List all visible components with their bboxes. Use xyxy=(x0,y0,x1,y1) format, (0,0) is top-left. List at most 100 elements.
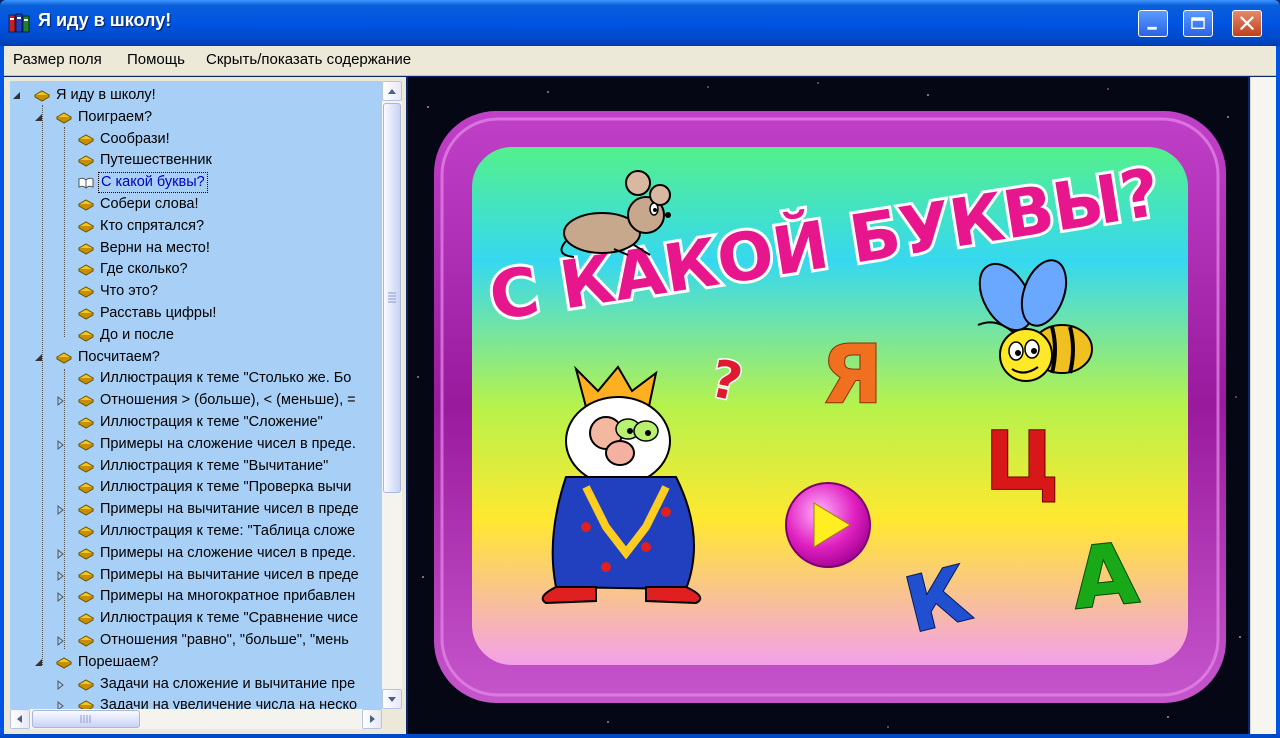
book-icon xyxy=(78,613,94,625)
tree-item-label: Примеры на сложение чисел в преде. xyxy=(100,435,356,452)
tree-item-label: Примеры на вычитание чисел в преде xyxy=(100,566,359,583)
arrow-up-icon xyxy=(388,89,396,94)
book-icon xyxy=(78,482,94,494)
book-icon xyxy=(78,330,94,342)
book-icon xyxy=(78,635,94,647)
book-icon xyxy=(78,373,94,385)
play-button[interactable] xyxy=(785,482,871,568)
tree-item-label: Задачи на увеличение числа на неско xyxy=(100,697,358,709)
maximize-icon xyxy=(1191,17,1205,29)
horizontal-scroll-thumb[interactable] xyxy=(32,710,140,728)
minimize-button[interactable] xyxy=(1138,10,1168,37)
tree-item-label: Путешественник xyxy=(100,152,212,169)
menu-help[interactable]: Помощь xyxy=(127,51,185,68)
book-icon xyxy=(78,439,94,451)
grip-icon xyxy=(388,292,396,303)
arrow-right-icon xyxy=(370,715,375,723)
tree-item-label: Где сколько? xyxy=(100,261,188,278)
tree-item-label: Иллюстрация к теме "Проверка вычи xyxy=(100,479,352,496)
book-icon xyxy=(56,112,72,124)
book-icon xyxy=(78,134,94,146)
tree-item-label: Сообрази! xyxy=(100,130,170,147)
tree-guide-line xyxy=(64,127,65,337)
tree-item-label: Иллюстрация к теме "Сложение" xyxy=(100,414,323,430)
book-icon xyxy=(78,526,94,538)
book-icon xyxy=(78,504,94,516)
letter-ts[interactable]: Ц xyxy=(984,414,1060,509)
collapsed-triangle-icon[interactable] xyxy=(56,679,66,690)
tree-item-label: Отношения "равно", "больше", "мень xyxy=(100,632,349,648)
scroll-right-button[interactable] xyxy=(362,709,382,729)
expanded-triangle-icon[interactable] xyxy=(12,91,22,101)
window-frame-right xyxy=(1276,46,1280,738)
maximize-button[interactable] xyxy=(1183,10,1213,37)
book-icon xyxy=(78,286,94,298)
content-vertical-scrollbar[interactable] xyxy=(1250,77,1276,734)
book-icon xyxy=(78,308,94,320)
tree-item-label: Задачи на сложение и вычитание пре xyxy=(100,675,356,692)
scroll-left-button[interactable] xyxy=(10,709,30,729)
letter-ya[interactable]: Я xyxy=(820,327,884,422)
tree-item-label: Посчитаем? xyxy=(78,348,160,365)
letter-a[interactable]: А xyxy=(1067,523,1144,629)
game-screen[interactable]: С КАКОЙ БУКВЫ? ? Я Ц К А xyxy=(408,77,1248,734)
menu-toggle-contents[interactable]: Скрыть/показать содержание xyxy=(206,51,411,68)
book-icon xyxy=(78,591,94,603)
tree-item-label: Я иду в школу! xyxy=(56,87,156,103)
tree-item-label: Собери слова! xyxy=(100,196,199,212)
scroll-up-button[interactable] xyxy=(382,81,402,101)
book-icon xyxy=(78,700,94,709)
book-icon xyxy=(78,570,94,582)
close-icon xyxy=(1240,16,1254,30)
tree-vertical-scrollbar[interactable] xyxy=(382,81,402,709)
menu-field-size[interactable]: Размер поля xyxy=(13,51,102,68)
book-icon xyxy=(78,548,94,560)
collapsed-triangle-icon[interactable] xyxy=(56,701,66,709)
tree-guide-line xyxy=(64,369,65,649)
contents-panel: Я иду в школу! Поиграем? Сообрази! Путешест… xyxy=(4,77,406,734)
book-icon xyxy=(56,657,72,669)
tree-item-label: Примеры на вычитание чисел в преде xyxy=(100,501,359,518)
scroll-thumb[interactable] xyxy=(383,103,401,493)
tree-item-label: С какой буквы? xyxy=(98,172,208,194)
tree-guide-line xyxy=(42,105,43,665)
tree-item-label: Расставь цифры! xyxy=(100,305,217,321)
tree-item-label: Иллюстрация к теме: "Таблица сложе xyxy=(100,523,356,539)
minimize-icon xyxy=(1147,26,1157,30)
window-title: Я иду в школу! xyxy=(38,10,172,30)
tree-item-label: Иллюстрация к теме "Столько же. Бо xyxy=(100,370,352,387)
book-icon xyxy=(78,264,94,276)
menu-bar: Размер поля Помощь Скрыть/показать содер… xyxy=(4,46,1276,76)
book-icon xyxy=(78,155,94,167)
book-icon xyxy=(78,461,94,473)
tree-item-label: Порешаем? xyxy=(78,653,159,670)
contents-tree[interactable]: Я иду в школу! Поиграем? Сообрази! Путешест… xyxy=(10,81,382,709)
book-icon xyxy=(78,221,94,233)
book-icon xyxy=(34,90,50,102)
arrow-left-icon xyxy=(17,715,22,723)
book-icon xyxy=(78,679,94,691)
scroll-down-button[interactable] xyxy=(382,689,402,709)
tree-item-label: Примеры на сложение чисел в преде. xyxy=(100,544,356,561)
tree-item-label: Отношения > (больше), < (меньше), = xyxy=(100,392,356,409)
tree-horizontal-scrollbar[interactable] xyxy=(10,709,382,729)
book-icon xyxy=(78,395,94,407)
tree-item-label: Иллюстрация к теме "Сравнение чисе xyxy=(100,610,359,627)
book-icon xyxy=(78,199,94,211)
tree-item-label: Поиграем? xyxy=(78,108,153,125)
tree-item-label: До и после xyxy=(100,326,174,343)
open-book-icon xyxy=(78,177,94,189)
tree-item-label: Примеры на многократное прибавлен xyxy=(100,588,356,605)
book-icon xyxy=(78,417,94,429)
title-bar[interactable]: Я иду в школу! xyxy=(0,0,1280,46)
close-button[interactable] xyxy=(1232,10,1262,37)
book-icon xyxy=(78,243,94,255)
tree-item-label: Кто спрятался? xyxy=(100,217,205,234)
book-icon xyxy=(56,352,72,364)
grip-icon xyxy=(80,715,91,723)
game-scene: С КАКОЙ БУКВЫ? ? Я Ц К А xyxy=(417,82,1241,728)
tree-item-label: Верни на место! xyxy=(100,239,210,256)
arrow-down-icon xyxy=(388,697,396,702)
tree-item-label: Что это? xyxy=(100,283,158,300)
window-frame-bottom xyxy=(0,734,1280,738)
